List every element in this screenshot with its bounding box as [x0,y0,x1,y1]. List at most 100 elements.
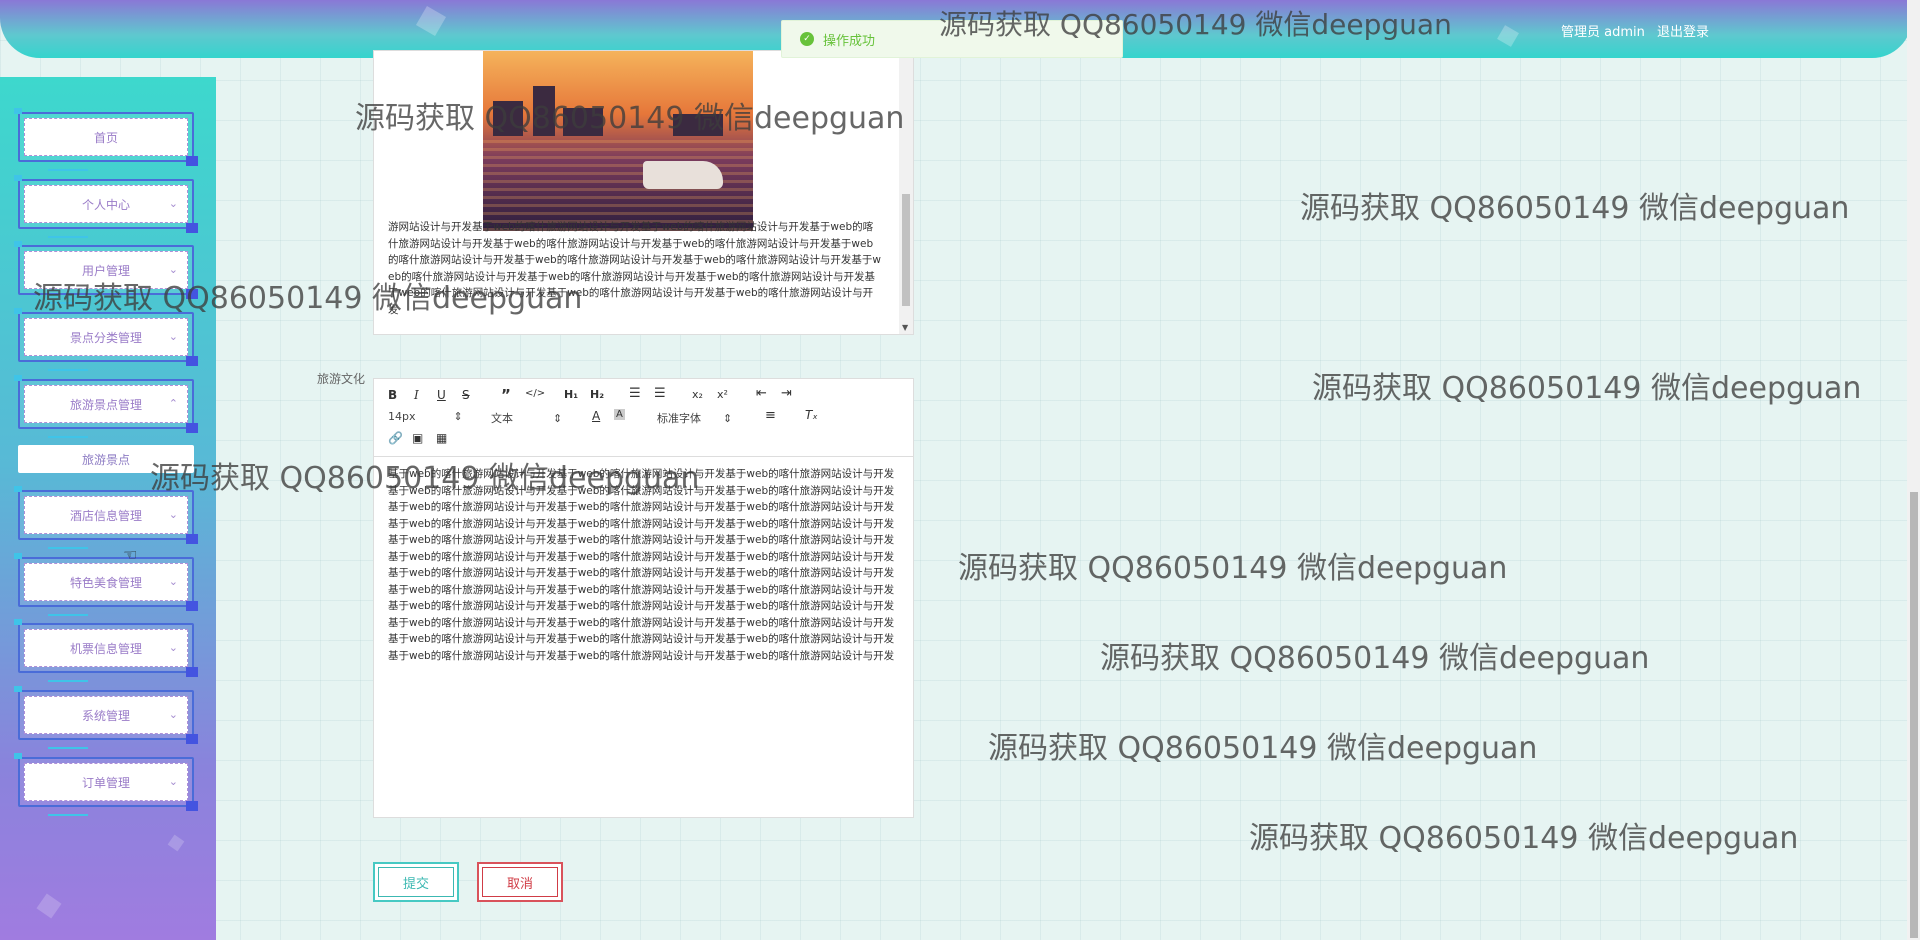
menu-underline [48,302,88,304]
sidebar-item-label: 用户管理 [24,251,188,289]
editor-scrollbar[interactable]: ▼ [899,51,913,334]
chevron-down-icon: ⌄ [168,641,178,654]
select-arrow-icon: ⇕ [553,412,563,425]
photo-building [563,108,603,136]
menu-corner [186,667,198,677]
chevron-down-icon: ⌄ [168,330,178,343]
strikethrough-icon[interactable]: S [462,388,470,402]
sidebar-item-home[interactable]: 首页 [14,108,198,171]
link-icon[interactable]: 🔗 [388,431,403,445]
menu-corner [14,175,22,181]
video-icon[interactable]: ▦ [436,431,447,445]
font-family-value: 标准字体 [657,412,701,425]
chevron-down-icon: ⌄ [168,708,178,721]
sidebar-item-scenic-spots[interactable]: 旅游景点管理 ⌃ [14,375,198,438]
menu-underline [48,236,88,238]
menu-corner [14,108,22,114]
sidebar-item-label: 订单管理 [24,763,188,801]
menu-corner [186,534,198,544]
button-inner-border [482,867,558,897]
text-style-select[interactable]: 文本 ⇕ [491,410,562,426]
bold-icon[interactable]: B [388,388,397,402]
sidebar-item-hotel[interactable]: 酒店信息管理 ⌄ [14,486,198,549]
font-color-icon[interactable]: A [592,409,600,423]
clear-format-icon[interactable]: Tₓ [805,408,818,422]
sidebar-item-label: 特色美食管理 [24,563,188,601]
scrollbar-thumb[interactable] [902,194,910,306]
sidebar-item-label: 首页 [24,118,188,156]
sidebar-item-food[interactable]: 特色美食管理 ⌄ [14,553,198,616]
image-icon[interactable]: ▣ [412,431,423,445]
align-icon[interactable]: ≡ [765,408,776,423]
sidebar-item-label: 酒店信息管理 [24,496,188,534]
sidebar-item-user-management[interactable]: 用户管理 ⌄ [14,241,198,304]
font-size-select[interactable]: 14px ⇕ [388,410,463,423]
code-icon[interactable]: </> [525,388,545,399]
outdent-icon[interactable]: ⇤ [756,386,767,401]
select-arrow-icon: ⇕ [723,412,733,425]
submit-button[interactable]: 提交 [373,862,459,902]
menu-corner [14,308,22,314]
rich-text-editor-intro[interactable]: 游网站设计与开发基于web的喀什旅游网站设计与开发基于web的喀什旅游网站设计与… [373,50,914,335]
sidebar-item-label: 景点分类管理 [24,318,188,356]
sidebar-item-label: 系统管理 [24,696,188,734]
chevron-down-icon: ⌄ [168,197,178,210]
button-inner-border [378,867,454,897]
editor-intro-text: 游网站设计与开发基于web的喀什旅游网站设计与开发基于web的喀什旅游网站设计与… [388,221,882,316]
menu-corner [186,801,198,811]
heading2-icon[interactable]: H₂ [590,388,604,401]
sidebar-item-label: 机票信息管理 [24,629,188,667]
decor-shape [167,834,185,852]
background-color-icon[interactable]: A [614,409,625,420]
scenic-photo [483,51,753,231]
menu-underline [48,614,88,616]
sidebar: 首页 个人中心 ⌄ 用户管理 ⌄ 景点分类管理 ⌄ 旅游景点管理 ⌃ 旅游景点 [0,77,216,940]
menu-corner [186,223,198,233]
logout-link[interactable]: 退出登录 [1657,25,1709,40]
chevron-down-icon: ⌄ [168,575,178,588]
underline-icon[interactable]: U [437,388,446,402]
scroll-down-icon[interactable]: ▼ [902,323,908,332]
sidebar-item-personal-center[interactable]: 个人中心 ⌄ [14,175,198,238]
menu-corner [14,553,22,559]
menu-corner [14,375,22,381]
font-family-select[interactable]: 标准字体 ⇕ [657,410,732,426]
photo-boat [643,161,723,189]
bullet-list-icon[interactable]: ☰ [654,386,666,401]
subscript-icon[interactable]: x₂ [692,388,703,401]
mouse-cursor-icon: ☜ [123,545,138,564]
menu-corner [186,601,198,611]
menu-corner [14,619,22,625]
sidebar-item-orders[interactable]: 订单管理 ⌄ [14,753,198,816]
sidebar-item-system[interactable]: 系统管理 ⌄ [14,686,198,749]
italic-icon[interactable]: I [414,388,419,402]
page-scrollbar-thumb[interactable] [1910,492,1918,938]
menu-corner [186,423,198,433]
culture-field-label: 旅游文化 [316,372,365,386]
sidebar-subitem-scenic-spot[interactable]: 旅游景点 [18,445,194,473]
rich-text-editor-culture[interactable]: B I U S ” </> H₁ H₂ ☰ ☰ x₂ x² ⇤ ⇥ 14px ⇕ … [373,378,914,818]
select-arrow-icon: ⇕ [453,410,463,423]
toast-message: 操作成功 [823,33,876,49]
menu-corner [186,289,198,299]
ordered-list-icon[interactable]: ☰ [629,386,641,401]
indent-icon[interactable]: ⇥ [781,386,792,401]
photo-building [533,86,555,136]
superscript-icon[interactable]: x² [717,388,728,401]
menu-corner [186,156,198,166]
quote-icon[interactable]: ” [501,386,511,404]
heading1-icon[interactable]: H₁ [564,388,578,401]
sidebar-item-flight[interactable]: 机票信息管理 ⌄ [14,619,198,682]
photo-building [673,114,723,136]
decor-shape [36,893,62,919]
cancel-button[interactable]: 取消 [477,862,563,902]
chevron-down-icon: ⌄ [168,508,178,521]
editor-toolbar: B I U S ” </> H₁ H₂ ☰ ☰ x₂ x² ⇤ ⇥ 14px ⇕ … [374,379,913,457]
font-size-value: 14px [388,410,416,423]
menu-corner [14,753,22,759]
admin-info: 管理员 admin 退出登录 [1561,21,1709,40]
sidebar-item-scenic-category[interactable]: 景点分类管理 ⌄ [14,308,198,371]
menu-corner [14,486,22,492]
decor-shape [1497,25,1519,47]
page-scrollbar[interactable] [1907,0,1920,940]
